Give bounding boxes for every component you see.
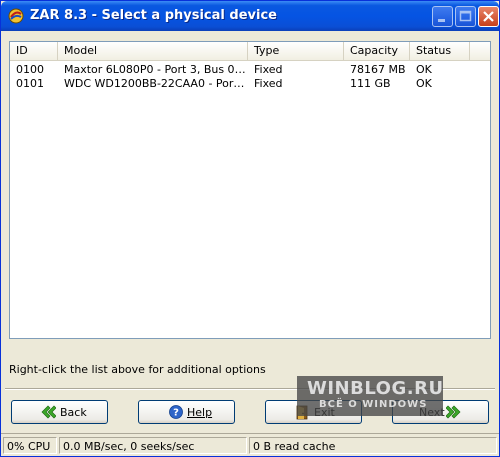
app-icon bbox=[8, 8, 24, 24]
cell-model: WDC WD1200BB-22CAA0 - Port 3, Bus 0, Tar… bbox=[64, 77, 248, 90]
device-list[interactable]: ID Model Type Capacity Status 0100 Maxto… bbox=[9, 41, 491, 339]
cell-capacity: 78167 MB bbox=[350, 63, 406, 76]
status-io: 0.0 MB/sec, 0 seeks/sec bbox=[59, 437, 247, 454]
blue-question-icon: ? bbox=[169, 405, 183, 419]
list-header: ID Model Type Capacity Status bbox=[10, 42, 490, 61]
column-header-capacity[interactable]: Capacity bbox=[344, 42, 410, 60]
cell-status: OK bbox=[416, 77, 432, 90]
window-title: ZAR 8.3 - Select a physical device bbox=[30, 8, 277, 23]
watermark-subtitle: ВСЁ О WINDOWS bbox=[319, 399, 428, 410]
status-cache: 0 B read cache bbox=[249, 437, 497, 454]
cell-type: Fixed bbox=[254, 77, 283, 90]
column-header-type[interactable]: Type bbox=[248, 42, 344, 60]
svg-text:?: ? bbox=[173, 408, 179, 419]
cell-type: Fixed bbox=[254, 63, 283, 76]
status-bar: 0% CPU 0.0 MB/sec, 0 seeks/sec 0 B read … bbox=[1, 433, 499, 457]
green-double-chevron-right-icon bbox=[446, 405, 461, 419]
cell-status: OK bbox=[416, 63, 432, 76]
cell-model: Maxtor 6L080P0 - Port 3, Bus 0, Target 0… bbox=[64, 63, 248, 76]
watermark: WINBLOG.RU ВСЁ О WINDOWS bbox=[297, 376, 443, 416]
maximize-button[interactable] bbox=[455, 6, 476, 27]
watermark-title: WINBLOG.RU bbox=[307, 378, 444, 399]
back-button[interactable]: Back bbox=[11, 400, 108, 424]
cell-capacity: 111 GB bbox=[350, 77, 391, 90]
main-window: ZAR 8.3 - Select a physical device ID Mo… bbox=[0, 0, 500, 457]
column-header-id[interactable]: ID bbox=[10, 42, 58, 60]
table-row[interactable]: 0101 WDC WD1200BB-22CAA0 - Port 3, Bus 0… bbox=[10, 77, 490, 91]
title-bar[interactable]: ZAR 8.3 - Select a physical device bbox=[1, 1, 499, 31]
minimize-icon bbox=[438, 19, 445, 22]
close-icon bbox=[483, 11, 494, 22]
status-cpu: 0% CPU bbox=[3, 437, 57, 454]
column-header-model[interactable]: Model bbox=[58, 42, 248, 60]
help-button[interactable]: ? Help bbox=[138, 400, 235, 424]
table-row[interactable]: 0100 Maxtor 6L080P0 - Port 3, Bus 0, Tar… bbox=[10, 63, 490, 77]
cell-id: 0101 bbox=[16, 77, 44, 90]
minimize-button[interactable] bbox=[432, 6, 453, 27]
cell-id: 0100 bbox=[16, 63, 44, 76]
green-double-chevron-left-icon bbox=[41, 405, 56, 419]
close-button[interactable] bbox=[478, 6, 499, 27]
back-label: Back bbox=[60, 406, 87, 419]
hint-text: Right-click the list above for additiona… bbox=[9, 363, 266, 376]
column-header-status[interactable]: Status bbox=[410, 42, 470, 60]
help-label: Help bbox=[187, 406, 213, 419]
